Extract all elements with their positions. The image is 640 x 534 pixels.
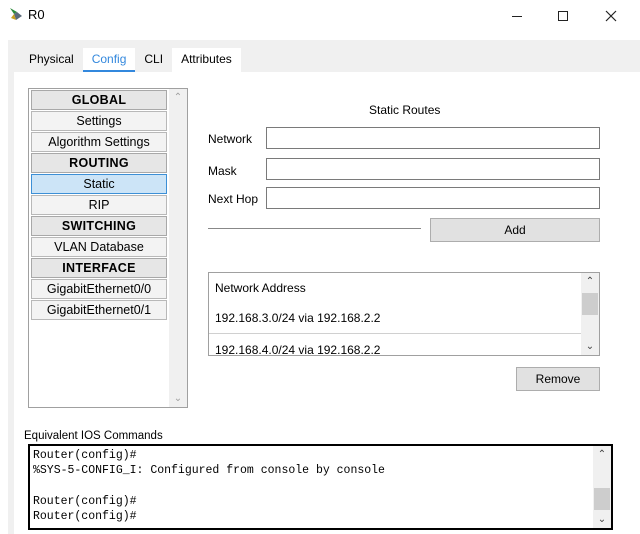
close-button[interactable] (588, 0, 634, 32)
menu-header-interface: INTERFACE (31, 258, 167, 278)
menu-scrollbar[interactable]: ⌃ ⌄ (169, 89, 187, 407)
scroll-up-icon[interactable]: ⌃ (593, 446, 611, 463)
route-list[interactable]: Network Address 192.168.3.0/24 via 192.1… (208, 272, 600, 356)
tab-attributes[interactable]: Attributes (172, 48, 241, 72)
route-item[interactable]: 192.168.4.0/24 via 192.168.2.2 (215, 343, 380, 355)
console-line: %SYS-5-CONFIG_I: Configured from console… (33, 464, 385, 477)
menu-header-routing: ROUTING (31, 153, 167, 173)
scroll-thumb[interactable] (582, 293, 598, 315)
console-scrollbar[interactable]: ⌃ ⌄ (593, 446, 611, 528)
menu-header-global: GLOBAL (31, 90, 167, 110)
scroll-up-icon[interactable]: ⌃ (581, 273, 599, 290)
menu-item-vlan-database[interactable]: VLAN Database (31, 237, 167, 257)
close-icon (605, 10, 617, 22)
scroll-down-icon[interactable]: ⌄ (581, 338, 599, 355)
menu-list: GLOBAL Settings Algorithm Settings ROUTI… (29, 89, 169, 320)
maximize-icon (558, 11, 568, 21)
panel-title: Static Routes (369, 103, 441, 117)
route-item[interactable]: 192.168.3.0/24 via 192.168.2.2 (215, 311, 380, 325)
title-bar: R0 (0, 0, 640, 32)
route-list-scrollbar[interactable]: ⌃ ⌄ (581, 273, 599, 355)
console-line: Router(config)# (33, 449, 137, 462)
ios-commands-label: Equivalent IOS Commands (24, 430, 163, 442)
console-line: Router(config)# (33, 495, 137, 508)
mask-input[interactable] (266, 158, 600, 180)
menu-header-switching: SWITCHING (31, 216, 167, 236)
menu-item-gigabitethernet0-0[interactable]: GigabitEthernet0/0 (31, 279, 167, 299)
tab-physical[interactable]: Physical (20, 48, 83, 72)
remove-button[interactable]: Remove (516, 367, 600, 391)
mask-label: Mask (208, 164, 237, 178)
tab-bar: Physical Config CLI Attributes (20, 48, 241, 72)
console-line: Router(config)# (33, 510, 137, 523)
router-app-icon (10, 8, 22, 20)
scroll-down-icon[interactable]: ⌄ (169, 390, 187, 407)
ios-commands-console[interactable]: Router(config)# %SYS-5-CONFIG_I: Configu… (28, 444, 613, 530)
route-divider (209, 333, 581, 334)
route-list-header: Network Address (215, 281, 306, 295)
menu-item-settings[interactable]: Settings (31, 111, 167, 131)
network-label: Network (208, 132, 253, 146)
scroll-up-icon[interactable]: ⌃ (169, 89, 187, 106)
menu-item-static[interactable]: Static (31, 174, 167, 194)
scroll-thumb[interactable] (594, 488, 610, 510)
add-button[interactable]: Add (430, 218, 600, 242)
menu-item-algorithm-settings[interactable]: Algorithm Settings (31, 132, 167, 152)
tab-cli[interactable]: CLI (135, 48, 172, 72)
next-hop-label: Next Hop (208, 192, 259, 206)
network-input[interactable] (266, 127, 600, 149)
window-title: R0 (28, 7, 45, 22)
next-hop-input[interactable] (266, 187, 600, 209)
maximize-button[interactable] (540, 0, 586, 32)
separator (208, 228, 421, 229)
scroll-down-icon[interactable]: ⌄ (593, 511, 611, 528)
menu-item-gigabitethernet0-1[interactable]: GigabitEthernet0/1 (31, 300, 167, 320)
minimize-button[interactable] (494, 0, 540, 32)
tab-config[interactable]: Config (82, 48, 136, 72)
menu-item-rip[interactable]: RIP (31, 195, 167, 215)
config-menu: GLOBAL Settings Algorithm Settings ROUTI… (28, 88, 188, 408)
minimize-icon (512, 16, 522, 17)
